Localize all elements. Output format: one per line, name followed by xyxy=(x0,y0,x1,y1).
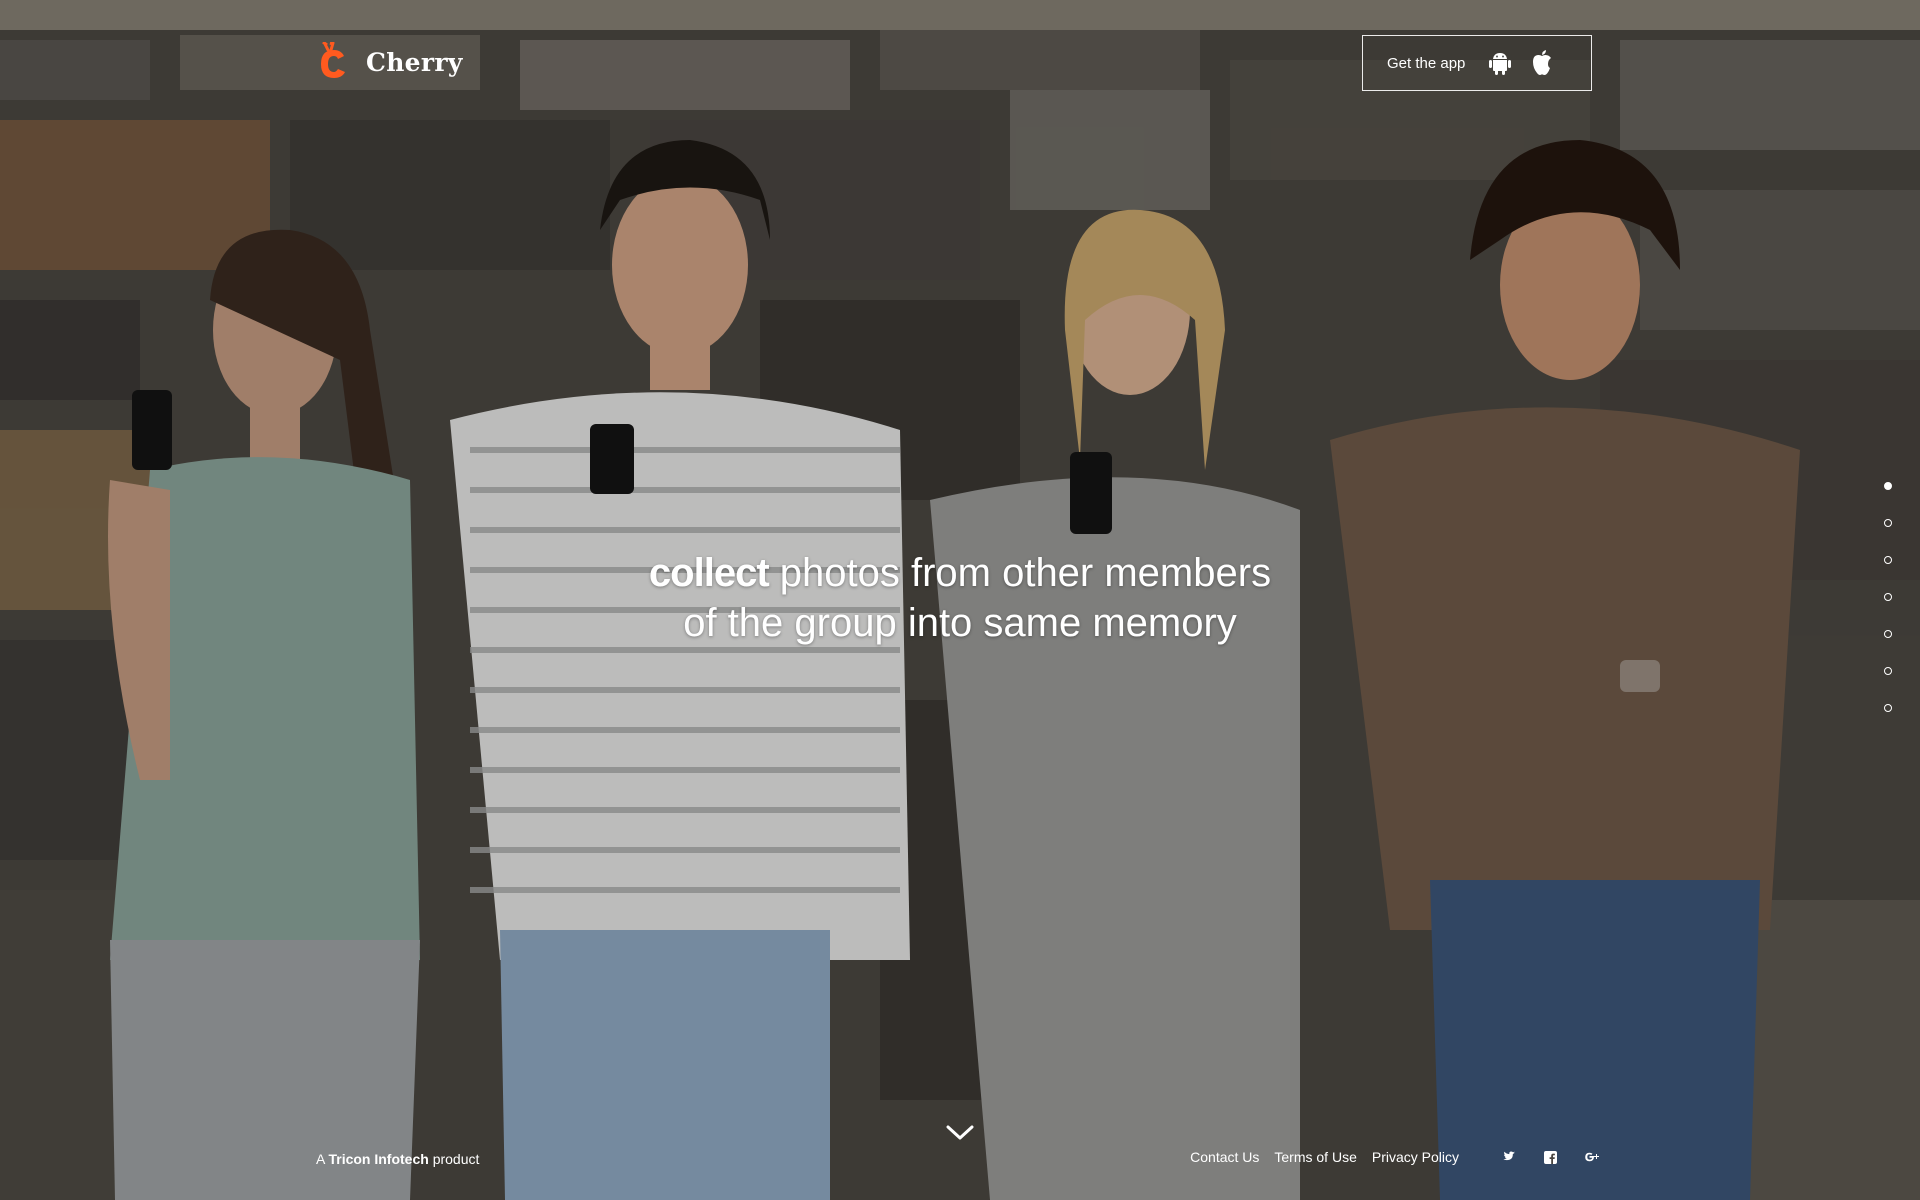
brand-logo[interactable]: Cherry xyxy=(316,42,463,82)
footer-link-privacy[interactable]: Privacy Policy xyxy=(1372,1149,1459,1165)
hero-line-2: of the group into same memory xyxy=(683,601,1237,645)
pager-dot[interactable] xyxy=(1884,630,1892,638)
apple-icon[interactable] xyxy=(1529,49,1555,77)
twitter-icon[interactable] xyxy=(1500,1149,1516,1165)
footer-link-terms[interactable]: Terms of Use xyxy=(1274,1149,1356,1165)
hero-highlight: collect xyxy=(648,551,770,595)
pager-dot[interactable] xyxy=(1884,482,1892,490)
get-the-app-button[interactable]: Get the app xyxy=(1362,35,1592,91)
pager-dot[interactable] xyxy=(1884,519,1892,527)
footer-credit: A Tricon Infotech product xyxy=(316,1151,479,1167)
credit-prefix: A xyxy=(316,1151,329,1167)
footer-nav: Contact Us Terms of Use Privacy Policy xyxy=(1190,1149,1600,1165)
credit-suffix: product xyxy=(428,1151,480,1167)
brand-name: Cherry xyxy=(366,47,463,77)
get-app-label: Get the app xyxy=(1387,54,1466,72)
hero-line-1: collect photos from other members xyxy=(0,548,1920,598)
hero-tagline: collect photos from other members of the… xyxy=(0,548,1920,648)
android-icon[interactable] xyxy=(1487,49,1513,77)
pager-dot[interactable] xyxy=(1884,593,1892,601)
facebook-icon[interactable] xyxy=(1542,1149,1558,1165)
section-pager xyxy=(1884,482,1892,741)
google-plus-icon[interactable] xyxy=(1584,1149,1600,1165)
credit-company[interactable]: Tricon Infotech xyxy=(328,1151,428,1167)
footer-link-contact[interactable]: Contact Us xyxy=(1190,1149,1259,1165)
social-links xyxy=(1500,1149,1600,1165)
chevron-down-icon[interactable] xyxy=(946,1124,974,1142)
pager-dot[interactable] xyxy=(1884,704,1892,712)
hero-line-1-text: photos from other members xyxy=(768,551,1272,595)
pager-dot[interactable] xyxy=(1884,667,1892,675)
cherry-logo-icon xyxy=(321,42,345,78)
pager-dot[interactable] xyxy=(1884,556,1892,564)
